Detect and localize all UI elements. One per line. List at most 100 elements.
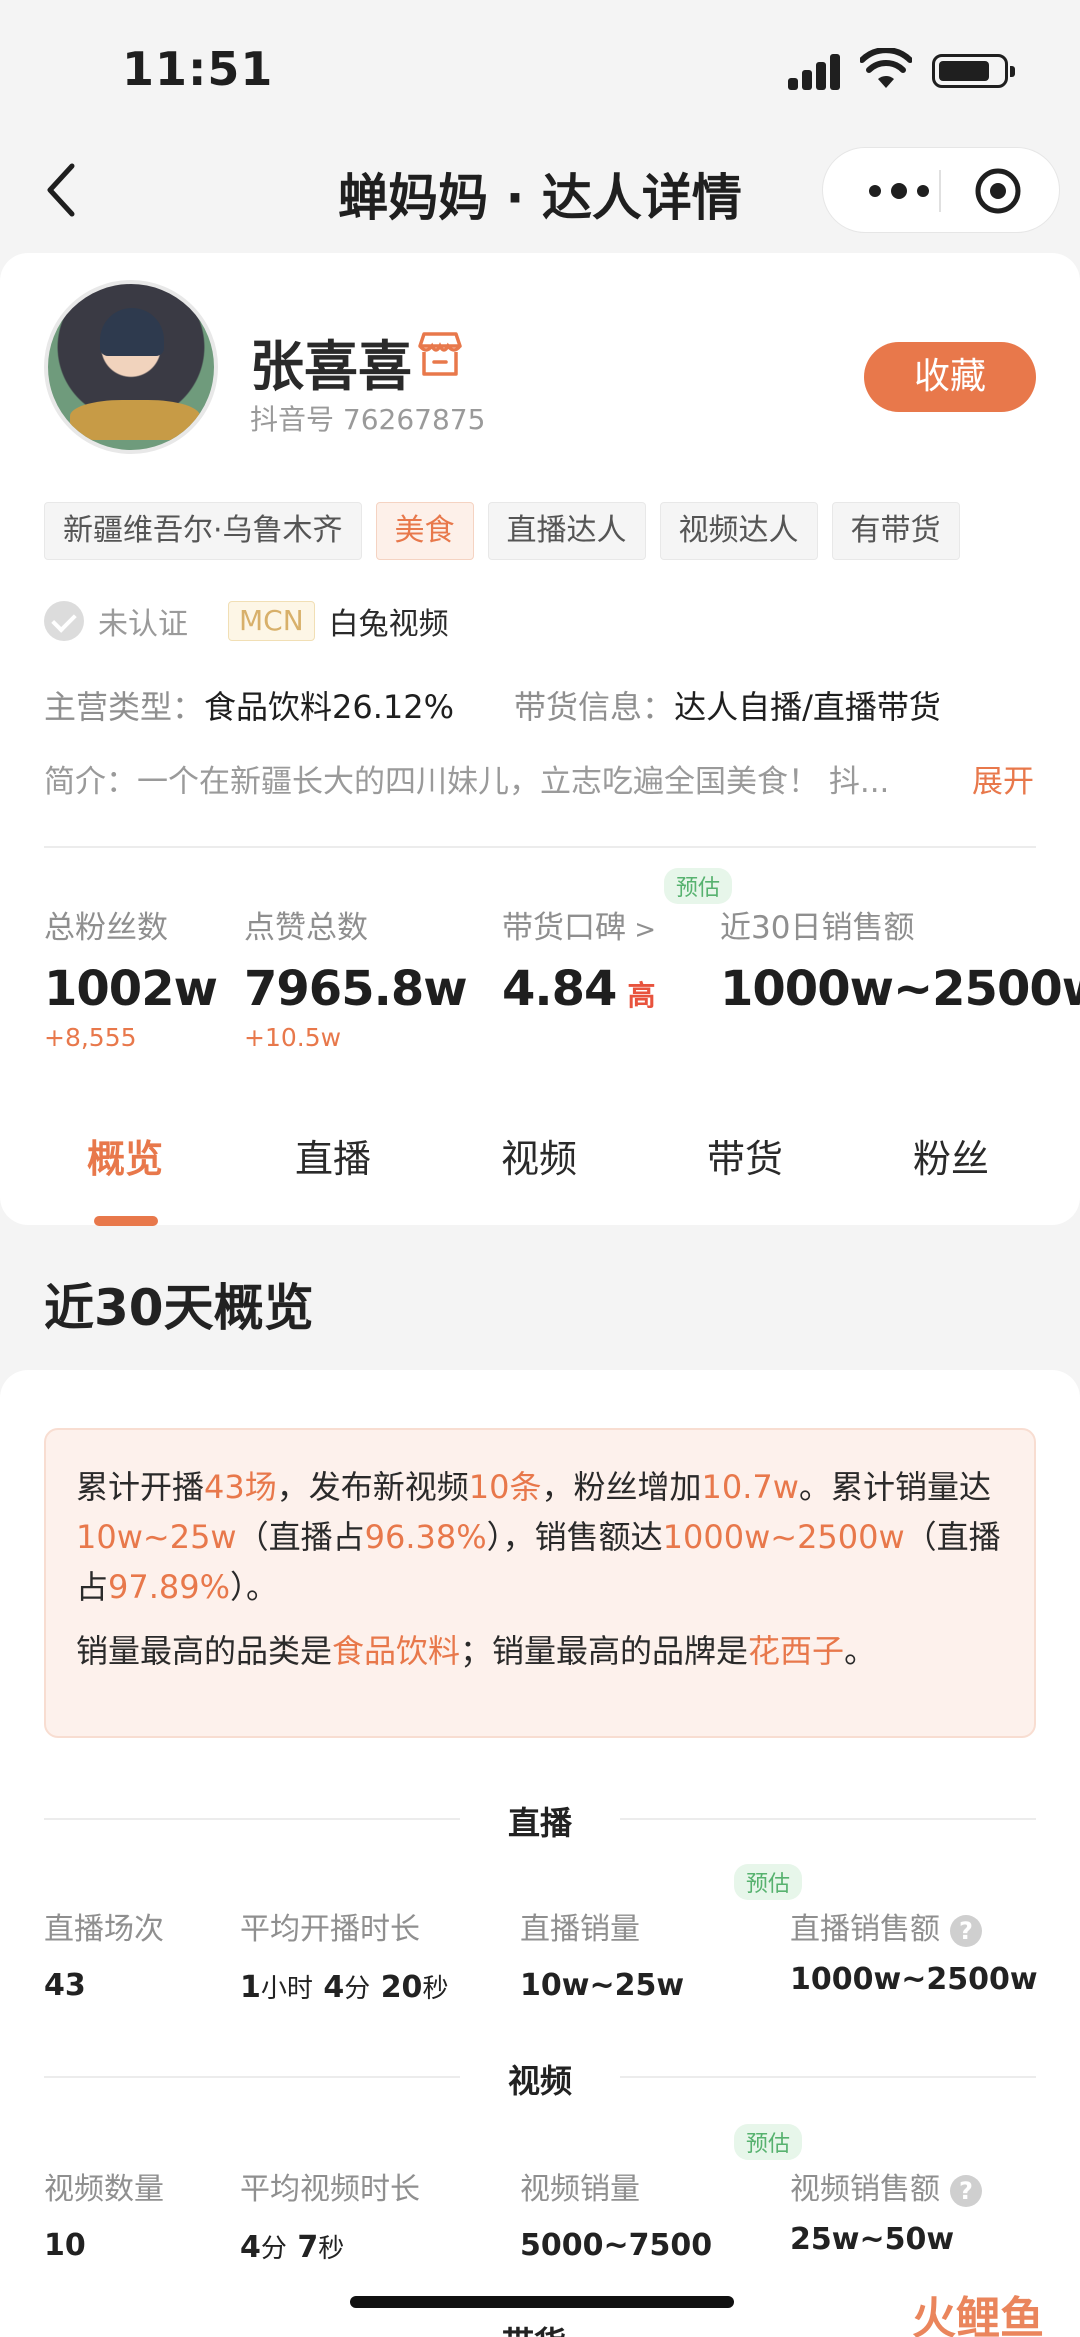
summary-text: ，粉丝增加 [541, 1468, 702, 1506]
tab-fans[interactable]: 粉丝 [876, 1128, 1026, 1183]
metric-live-revenue: 直播销售额? 1000w~2500w [790, 1904, 1038, 1997]
stat-label: 带货口碑 > [502, 910, 657, 946]
summary-text: ），销售额达 [486, 1518, 663, 1556]
stat-label: 点赞总数 [244, 910, 368, 946]
metric-label: 视频销量 [520, 2172, 640, 2207]
tab-overview[interactable]: 概览 [50, 1128, 200, 1183]
metric-value: 10 [44, 2228, 86, 2263]
metric-value: 43 [44, 1968, 86, 2003]
main-category-label: 主营类型： [44, 688, 205, 726]
stat-label: 近30日销售额 [720, 910, 915, 946]
metric-value: 4分 7秒 [240, 2230, 345, 2265]
profile-tag: 直播达人 [487, 502, 646, 560]
metric-label: 平均开播时长 [240, 1912, 420, 1947]
summary-text: ）。 [230, 1568, 279, 1606]
video-section-heading: 视频 [507, 2062, 572, 2100]
active-tab-indicator [94, 1216, 158, 1226]
summary-highlight: 1000w~2500w [662, 1518, 905, 1556]
summary-paragraph: 销量最高的品类是食品饮料；销量最高的品牌是花西子。 [76, 1626, 1004, 1676]
douyin-id: 抖音号 76267875 [250, 403, 486, 436]
summary-box: 累计开播43场，发布新视频10条，粉丝增加10.7w。累计销量达 10w~25w（… [44, 1428, 1036, 1738]
stat-likes[interactable]: 点赞总数 7965.8w +10.5w [244, 902, 468, 1052]
sales-info-value: 达人自播/直播带货 [674, 688, 941, 726]
tag-list: 新疆维吾尔·乌鲁木齐 美食 直播达人 视频达人 有带货 [44, 502, 960, 560]
status-time: 11:51 [122, 42, 274, 96]
main-category-value: 食品饮料26.12% [204, 688, 455, 726]
estimate-badge: 预估 [664, 868, 733, 904]
close-miniprogram-icon[interactable] [973, 166, 1023, 216]
reputation-level: 高 [627, 979, 656, 1012]
metric-label: 平均视频时长 [240, 2172, 420, 2207]
verify-row: 未认证 MCN 白兔视频 [44, 600, 449, 642]
metric-value: 1000w~2500w [790, 1962, 1038, 1997]
help-icon[interactable]: ? [950, 2174, 982, 2207]
tab-video[interactable]: 视频 [464, 1128, 614, 1183]
metric-live-avg-duration: 平均开播时长 1小时 4分 20秒 [240, 1904, 448, 2005]
wifi-icon [860, 48, 912, 88]
summary-highlight: 10.7w [701, 1468, 799, 1506]
sales-section-heading: 带货 [502, 2318, 566, 2337]
metric-video-volume: 视频销量 5000~7500 [520, 2164, 712, 2263]
home-indicator[interactable] [350, 2296, 734, 2308]
summary-text: ；销量最高的品牌是 [460, 1632, 749, 1670]
miniprogram-capsule [822, 147, 1060, 233]
metric-label: 直播销量 [520, 1912, 640, 1947]
battery-icon [932, 54, 1015, 88]
stat-reputation[interactable]: 带货口碑 > 4.84 高 [502, 902, 656, 1017]
metric-value: 5000~7500 [520, 2228, 713, 2263]
summary-highlight: 10条 [468, 1468, 542, 1506]
metric-live-volume: 直播销量 10w~25w [520, 1904, 684, 2003]
cellular-signal-icon [788, 54, 840, 90]
avatar[interactable] [44, 280, 218, 454]
summary-text: ，发布新视频 [276, 1468, 469, 1506]
tab-sales[interactable]: 带货 [670, 1128, 820, 1183]
stat-delta: +8,555 [44, 1023, 137, 1052]
favorite-button[interactable]: 收藏 [864, 342, 1036, 412]
stat-delta: +10.5w [244, 1023, 342, 1052]
stat-value: 7965.8w [244, 961, 468, 1017]
category-info-row: 主营类型： 食品饮料26.12% 带货信息： 达人自播/直播带货 [44, 682, 941, 728]
metric-label: 视频销售额? [790, 2164, 982, 2208]
verified-check-icon [44, 601, 84, 641]
metric-value: 1小时 4分 20秒 [240, 1970, 449, 2005]
summary-highlight: 97.89% [108, 1568, 231, 1606]
summary-text: 累计开播 [76, 1468, 205, 1506]
profile-tag: 视频达人 [659, 502, 818, 560]
summary-text: 。 [844, 1632, 877, 1670]
summary-highlight: 96.38% [364, 1518, 487, 1556]
summary-highlight: 43场 [204, 1468, 277, 1506]
stat-value: 4.84 [502, 961, 617, 1017]
watermark-logo: 火鲤鱼 [912, 2293, 1044, 2337]
stat-fans[interactable]: 总粉丝数 1002w +8,555 [44, 902, 218, 1052]
bio-text: 简介：一个在新疆长大的四川妹儿，立志吃遍全国美食！ 抖... [44, 764, 890, 800]
expand-bio-link[interactable]: 展开 [972, 756, 1034, 801]
summary-highlight: 花西子 [748, 1632, 845, 1670]
summary-paragraph: 累计开播43场，发布新视频10条，粉丝增加10.7w。累计销量达 10w~25w（… [76, 1462, 1004, 1612]
stat-label: 总粉丝数 [44, 910, 168, 946]
summary-highlight: 10w~25w [76, 1518, 237, 1556]
capsule-divider [939, 170, 941, 212]
shop-icon[interactable] [414, 330, 466, 378]
metric-live-count: 直播场次 43 [44, 1904, 164, 2003]
metric-video-avg-duration: 平均视频时长 4分 7秒 [240, 2164, 420, 2265]
profile-tag: 新疆维吾尔·乌鲁木齐 [44, 502, 362, 560]
stat-sales-30d[interactable]: 近30日销售额 1000w~2500w [720, 902, 1080, 1017]
mcn-name[interactable]: 白兔视频 [329, 599, 449, 643]
metric-value: 25w~50w [790, 2222, 955, 2257]
influencer-name: 张喜喜 [250, 335, 412, 398]
tab-live[interactable]: 直播 [258, 1128, 408, 1183]
metric-value: 10w~25w [520, 1968, 685, 2003]
live-section-heading: 直播 [507, 1804, 572, 1842]
metric-label: 视频数量 [44, 2172, 164, 2207]
stat-value: 1002w [44, 961, 218, 1017]
metric-label: 直播销售额? [790, 1904, 1038, 1948]
summary-text: 。累计销量达 [798, 1468, 991, 1506]
summary-highlight: 食品饮料 [332, 1632, 461, 1670]
mcn-badge: MCN [228, 601, 315, 641]
more-options-icon[interactable] [861, 176, 941, 206]
summary-text: 销量最高的品类是 [76, 1632, 333, 1670]
bio: 简介：一个在新疆长大的四川妹儿，立志吃遍全国美食！ 抖... 展开 [44, 756, 1034, 801]
metric-video-revenue: 视频销售额? 25w~50w [790, 2164, 982, 2257]
help-icon[interactable]: ? [950, 1914, 982, 1947]
profile-tag: 有带货 [831, 502, 960, 560]
